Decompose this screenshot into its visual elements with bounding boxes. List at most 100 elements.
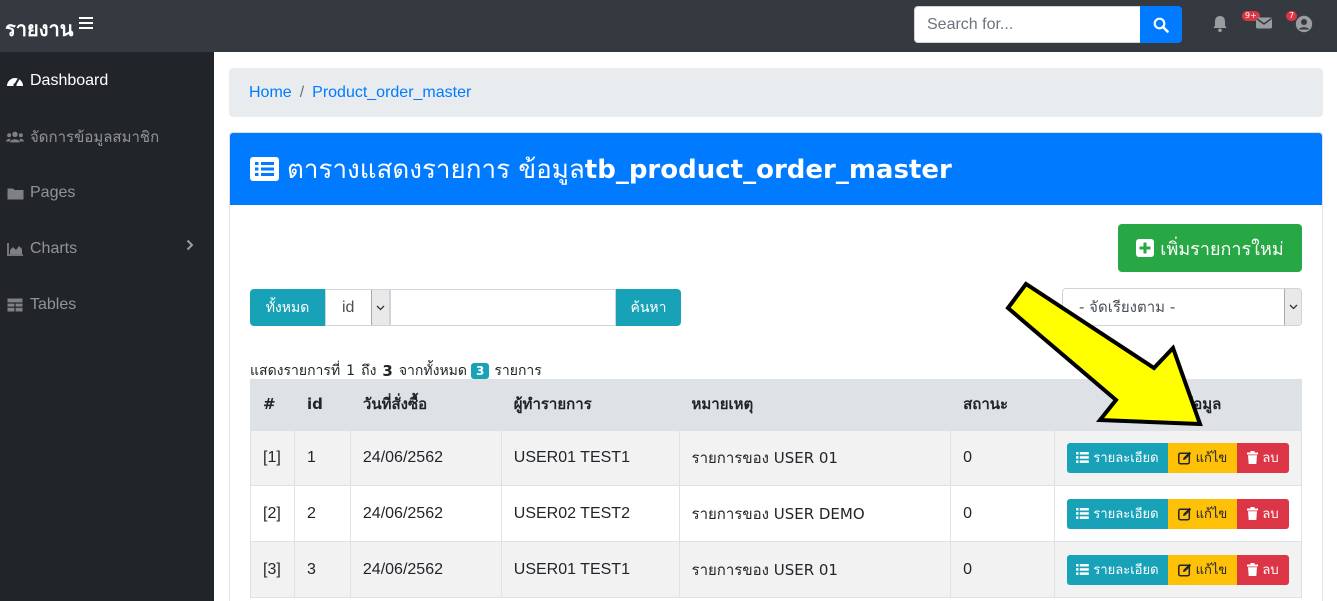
sidebar-item-dashboard[interactable]: Dashboard bbox=[6, 69, 108, 93]
users-icon bbox=[6, 128, 24, 146]
detail-button[interactable]: รายละเอียด bbox=[1066, 498, 1168, 529]
messages-dropdown[interactable] bbox=[1255, 15, 1273, 31]
table-row: [2] 2 24/06/2562 USER02 TEST2 รายการของ … bbox=[250, 485, 1303, 542]
show-all-button[interactable]: ทั้งหมด bbox=[250, 289, 325, 326]
detail-label: รายละเอียด bbox=[1093, 563, 1159, 578]
row-user: USER01 TEST1 bbox=[500, 541, 680, 598]
sort-by-select[interactable]: - จัดเรียงตาม - bbox=[1062, 288, 1302, 326]
edit-label: แก้ไข bbox=[1195, 563, 1228, 578]
column-header[interactable]: ผู้ทำรายการ bbox=[500, 379, 680, 431]
tachometer-icon bbox=[6, 72, 24, 90]
edit-button[interactable]: แก้ไข bbox=[1167, 498, 1237, 529]
row-index: [2] bbox=[250, 485, 295, 542]
table-row: [3] 3 24/06/2562 USER01 TEST1 รายการของ … bbox=[250, 541, 1303, 598]
delete-label: ลบ bbox=[1262, 507, 1279, 522]
trash-icon bbox=[1247, 451, 1259, 465]
sidebar-item-pages[interactable]: Pages bbox=[6, 181, 75, 205]
search-keyword-input[interactable] bbox=[390, 289, 616, 326]
column-header[interactable]: สถานะ bbox=[950, 379, 1055, 431]
list-icon bbox=[1076, 508, 1090, 519]
page-title: ตารางแสดงรายการ ข้อมูลtb_product_order_m… bbox=[287, 154, 952, 185]
edit-icon bbox=[1177, 507, 1192, 521]
search-input[interactable] bbox=[914, 6, 1141, 43]
sidebar-item-label: Dashboard bbox=[30, 72, 109, 89]
plus-square-icon bbox=[1136, 239, 1155, 257]
table-icon bbox=[6, 296, 24, 314]
sidebar-item-label: Pages bbox=[30, 184, 76, 201]
edit-label: แก้ไข bbox=[1195, 451, 1228, 467]
edit-button[interactable]: แก้ไข bbox=[1167, 554, 1237, 585]
table-header-row: # id วันที่สั่งซื้อ ผู้ทำรายการ หมายเหตุ… bbox=[250, 379, 1303, 431]
sidebar: Dashboard จัดการข้อมูลสมาชิก Pages Chart… bbox=[0, 52, 214, 601]
row-index: [3] bbox=[250, 541, 295, 598]
search-icon bbox=[1153, 17, 1169, 33]
alerts-dropdown[interactable] bbox=[1212, 15, 1228, 33]
card-header: ตารางแสดงรายการ ข้อมูลtb_product_order_m… bbox=[230, 133, 1322, 205]
edit-button[interactable]: แก้ไข bbox=[1167, 442, 1237, 473]
delete-label: ลบ bbox=[1262, 563, 1279, 578]
menu-toggle-icon[interactable] bbox=[79, 17, 93, 30]
search-field-select[interactable]: id bbox=[325, 289, 390, 326]
row-user: USER02 TEST2 bbox=[500, 485, 680, 542]
sidebar-item-members[interactable]: จัดการข้อมูลสมาชิก bbox=[6, 125, 159, 149]
summary-to: 3 bbox=[382, 362, 393, 380]
brand-title[interactable]: รายงาน bbox=[5, 13, 73, 45]
detail-label: รายละเอียด bbox=[1093, 507, 1159, 522]
edit-label: แก้ไข bbox=[1195, 507, 1228, 522]
breadcrumb: Home / Product_order_master bbox=[229, 68, 1323, 117]
sort-by-value: - จัดเรียงตาม - bbox=[1079, 298, 1176, 316]
row-index: [1] bbox=[250, 429, 295, 486]
row-note: รายการของ USER 01 bbox=[678, 541, 952, 598]
summary-total-badge: 3 bbox=[471, 363, 490, 379]
sidebar-item-tables[interactable]: Tables bbox=[6, 293, 76, 317]
search-field-value: id bbox=[342, 298, 355, 316]
search-button[interactable] bbox=[1140, 6, 1182, 43]
row-date: 24/06/2562 bbox=[349, 429, 502, 486]
trash-icon bbox=[1247, 563, 1259, 576]
detail-button[interactable]: รายละเอียด bbox=[1066, 442, 1168, 473]
edit-icon bbox=[1177, 451, 1192, 465]
row-status: 0 bbox=[950, 541, 1055, 598]
row-date: 24/06/2562 bbox=[349, 485, 502, 542]
column-header[interactable]: # bbox=[250, 379, 295, 431]
sidebar-item-charts[interactable]: Charts bbox=[6, 237, 77, 261]
breadcrumb-current[interactable]: Product_order_master bbox=[312, 84, 471, 102]
table-row: [1] 1 24/06/2562 USER01 TEST1 รายการของ … bbox=[250, 429, 1303, 486]
list-alt-icon bbox=[250, 157, 279, 181]
search-submit-button[interactable]: ค้นหา bbox=[616, 289, 681, 326]
row-status: 0 bbox=[950, 485, 1055, 542]
user-dropdown[interactable] bbox=[1295, 15, 1313, 33]
envelope-icon bbox=[1256, 17, 1272, 29]
add-new-button[interactable]: เพิ่มรายการใหม่ bbox=[1118, 224, 1302, 272]
column-header[interactable]: id bbox=[293, 379, 351, 431]
user-circle-icon bbox=[1295, 15, 1313, 33]
row-actions: รายละเอียด แก้ไข ลบ bbox=[1053, 541, 1303, 598]
row-id: 3 bbox=[293, 541, 351, 598]
row-date: 24/06/2562 bbox=[349, 541, 502, 598]
list-icon bbox=[1076, 452, 1090, 464]
sidebar-item-label: Charts bbox=[30, 240, 78, 257]
edit-icon bbox=[1177, 563, 1192, 577]
column-header[interactable]: วันที่สั่งซื้อ bbox=[349, 379, 502, 431]
detail-label: รายละเอียด bbox=[1093, 451, 1159, 467]
chevron-right-icon bbox=[186, 238, 194, 256]
delete-button[interactable]: ลบ bbox=[1236, 442, 1289, 473]
row-id: 1 bbox=[293, 429, 351, 486]
row-actions: รายละเอียด แก้ไข ลบ bbox=[1053, 429, 1303, 486]
trash-icon bbox=[1247, 507, 1259, 520]
detail-button[interactable]: รายละเอียด bbox=[1066, 554, 1168, 585]
orders-table: # id วันที่สั่งซื้อ ผู้ทำรายการ หมายเหตุ… bbox=[250, 379, 1303, 598]
column-header[interactable]: หมายเหตุ bbox=[678, 379, 952, 431]
row-status: 0 bbox=[950, 429, 1055, 486]
column-header: ข้อมูล bbox=[1053, 379, 1303, 431]
breadcrumb-separator: / bbox=[299, 83, 305, 101]
add-new-label: เพิ่มรายการใหม่ bbox=[1160, 238, 1284, 260]
sidebar-item-label: Tables bbox=[30, 296, 77, 313]
breadcrumb-home[interactable]: Home bbox=[249, 84, 292, 102]
delete-button[interactable]: ลบ bbox=[1236, 498, 1289, 529]
area-chart-icon bbox=[6, 240, 24, 258]
row-note: รายการของ USER DEMO bbox=[678, 485, 952, 542]
delete-button[interactable]: ลบ bbox=[1236, 554, 1289, 585]
summary-from: 1 bbox=[346, 363, 356, 379]
delete-label: ลบ bbox=[1262, 451, 1279, 467]
